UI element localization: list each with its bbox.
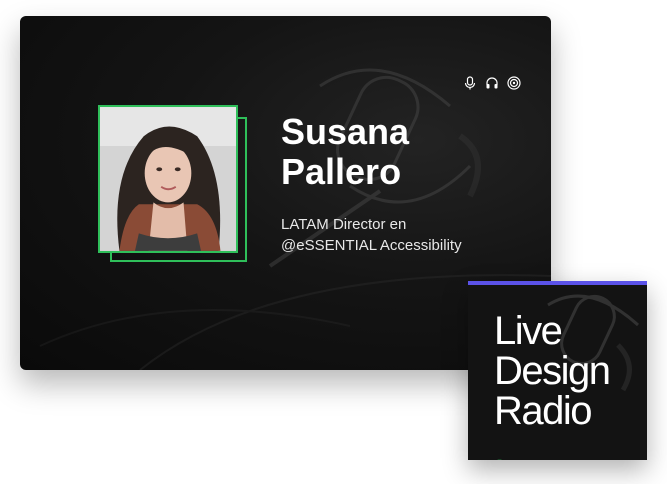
speaker-photo (98, 105, 238, 253)
headphones-icon (486, 77, 498, 89)
podcast-icon (507, 76, 521, 90)
speaker-portrait-image (100, 107, 236, 251)
speaker-role-title: LATAM Director en (281, 216, 407, 233)
radio-title-line2: Design (494, 349, 611, 393)
speaker-role-company: @eSSENTIAL Accessibility (281, 237, 462, 254)
speaker-last-name: Pallero (281, 151, 402, 192)
radio-title-line1: Live (494, 309, 563, 353)
microphone-icon (464, 76, 476, 90)
radio-title-line3-wrap: Radio. (494, 391, 610, 460)
radio-title: Live Design Radio. (494, 309, 611, 460)
speaker-role: LATAM Director en @eSSENTIAL Accessibili… (281, 214, 541, 256)
speaker-name: Susana Pallero (281, 112, 511, 192)
radio-title-dot: . (494, 429, 505, 460)
speaker-first-name: Susana (281, 111, 410, 152)
media-icons (463, 76, 521, 90)
live-design-radio-logo-card: Live Design Radio. (468, 281, 647, 460)
radio-title-line3: Radio (494, 389, 593, 433)
speaker-photo-frame (98, 105, 250, 265)
